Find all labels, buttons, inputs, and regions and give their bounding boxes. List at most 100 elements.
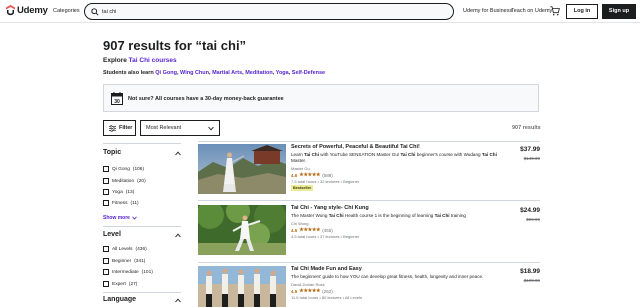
desc-text: Learn [291, 152, 305, 157]
desc-text: training [449, 213, 466, 218]
calendar-icon: 30 [111, 92, 123, 105]
level-option-all[interactable]: All Levels (436) [103, 246, 147, 252]
show-more-label: Show more [103, 215, 130, 221]
login-button[interactable]: Log in [566, 4, 598, 19]
udemy-business-link[interactable]: Udemy for Business [463, 8, 512, 14]
course-price: $37.99 [520, 146, 540, 153]
star-icons: ★★★★★ [299, 172, 321, 178]
star-icons: ★★★★★ [299, 288, 321, 294]
rating-count: (465) [322, 227, 333, 233]
explore-line: Explore Tai Chi courses [103, 57, 177, 64]
topic-option-fitness[interactable]: Fitness (11) [103, 200, 139, 206]
show-more-button[interactable]: Show more [103, 215, 137, 221]
search-bar[interactable]: tai chi [84, 3, 454, 20]
rating-value: 4.5 [291, 288, 298, 294]
search-icon[interactable] [91, 8, 99, 16]
explore-link[interactable]: Tai Chi courses [129, 57, 177, 64]
filter-button[interactable]: Filter [103, 120, 136, 136]
desc-text: The beginners' guide to how YOU can deve… [291, 274, 484, 279]
checkbox[interactable] [103, 246, 109, 252]
star-icons: ★★★★★ [299, 227, 321, 233]
sidebar-divider [103, 226, 181, 227]
cart-icon[interactable] [550, 6, 560, 16]
desc-text: Master. [291, 157, 307, 163]
course-original-price: $99.99 [526, 217, 540, 222]
checkbox[interactable] [103, 281, 109, 287]
chevron-up-icon[interactable] [175, 151, 181, 156]
also-link-meditation[interactable]: Meditation [245, 70, 273, 76]
also-link-qi-gong[interactable]: Qi Gong [155, 70, 177, 76]
sidebar-divider [103, 292, 181, 293]
option-count: (20) [137, 178, 146, 184]
course-image [198, 205, 286, 255]
categories-menu[interactable]: Categories [53, 8, 80, 14]
course-thumbnail[interactable] [198, 266, 286, 307]
checkbox[interactable] [103, 200, 109, 206]
logo-text: Udemy [17, 5, 48, 16]
course-meta: 4.5 total hours • 37 lectures • Beginner [291, 234, 360, 239]
language-filter: Language [103, 296, 181, 307]
course-card[interactable]: Tai Chi Made Fun and Easy The beginners'… [198, 266, 540, 307]
desc-text: The Master Wong [291, 213, 329, 218]
results-count: 907 results [512, 125, 541, 131]
topic-option-qi-gong[interactable]: Qi Gong (106) [103, 166, 144, 172]
search-input[interactable]: tai chi [102, 9, 116, 15]
checkbox[interactable] [103, 178, 109, 184]
bestseller-badge: Bestseller [291, 185, 314, 191]
udemy-logo-icon [6, 5, 15, 16]
course-description: Learn Tai Chi with YouTube SENSATION Mas… [291, 152, 501, 163]
signup-button[interactable]: Sign up [602, 4, 636, 19]
option-label: Yoga [112, 189, 123, 195]
checkbox[interactable] [103, 258, 109, 264]
banner-text: Not sure? All courses have a 30-day mone… [128, 95, 284, 102]
course-thumbnail[interactable] [198, 144, 286, 194]
level-option-intermediate[interactable]: Intermediate (101) [103, 269, 153, 275]
chevron-down-icon [208, 126, 214, 131]
also-link-wing-chun[interactable]: Wing Chun [180, 70, 209, 76]
option-label: Qi Gong [112, 166, 130, 172]
language-heading[interactable]: Language [103, 296, 136, 303]
level-option-expert[interactable]: Expert (27) [103, 281, 137, 287]
checkbox[interactable] [103, 269, 109, 275]
also-link-self-defense[interactable]: Self-Defense [292, 70, 325, 76]
chevron-up-icon[interactable] [175, 233, 181, 238]
level-heading[interactable]: Level [103, 231, 121, 238]
also-link-yoga[interactable]: Yoga [276, 70, 289, 76]
checkbox[interactable] [103, 166, 109, 172]
chevron-up-icon[interactable] [175, 298, 181, 303]
desc-highlight: Tai Chi [304, 152, 320, 157]
desc-highlight: Tai Chi [481, 152, 497, 157]
option-label: Expert [112, 281, 126, 287]
course-title[interactable]: Tai Chi - Yang style- Chi Kung [291, 205, 369, 211]
money-back-banner: 30 Not sure? All courses have a 30-day m… [103, 84, 539, 112]
level-option-beginner[interactable]: Beginner (341) [103, 258, 145, 264]
sidebar-divider [103, 143, 181, 144]
option-label: All Levels [112, 246, 133, 252]
udemy-logo[interactable]: Udemy [6, 5, 48, 16]
rating-value: 4.5 [291, 227, 298, 233]
option-count: (436) [135, 246, 147, 252]
svg-text:30: 30 [114, 99, 120, 105]
desc-highlight: Tai Chi [434, 213, 450, 218]
option-label: Intermediate [112, 269, 139, 275]
course-thumbnail[interactable] [198, 205, 286, 255]
checkbox[interactable] [103, 189, 109, 195]
top-header: Udemy Categories tai chi Udemy for Busin… [0, 0, 640, 23]
course-author: David-Dorian Ross [291, 282, 325, 287]
course-card[interactable]: Tai Chi - Yang style- Chi Kung The Maste… [198, 205, 540, 257]
course-rating: 4.5 ★★★★★ (465) [291, 227, 333, 233]
course-title[interactable]: Tai Chi Made Fun and Easy [291, 266, 362, 272]
course-rating: 4.5 ★★★★★ (262) [291, 288, 333, 294]
sort-select[interactable]: Most Relevant [140, 120, 220, 136]
course-card[interactable]: Secrets of Powerful, Peaceful & Beautifu… [198, 144, 540, 196]
rating-count: (588) [322, 172, 333, 178]
also-link-martial-arts[interactable]: Martial Arts [212, 70, 242, 76]
desc-text: Health course 1 is the beginning of lear… [343, 213, 435, 218]
option-count: (106) [132, 166, 145, 172]
topic-option-meditation[interactable]: Meditation (20) [103, 178, 146, 184]
teach-link[interactable]: Teach on Udemy [511, 8, 552, 14]
topic-option-yoga[interactable]: Yoga (13) [103, 189, 134, 195]
course-title[interactable]: Secrets of Powerful, Peaceful & Beautifu… [291, 144, 420, 150]
topic-heading[interactable]: Topic [103, 149, 121, 156]
explore-prefix: Explore [103, 57, 127, 64]
